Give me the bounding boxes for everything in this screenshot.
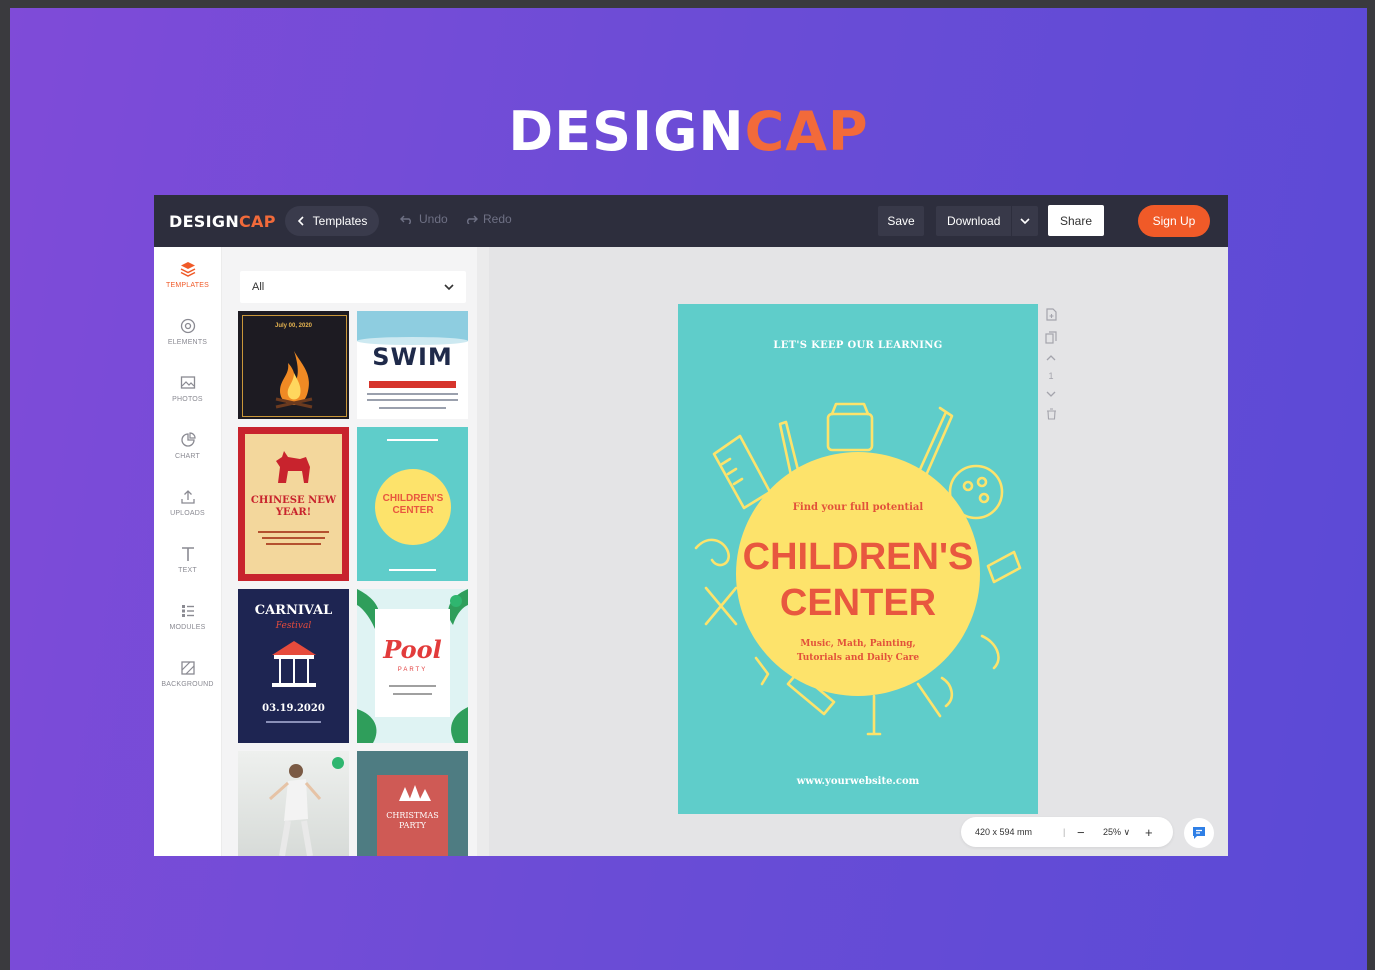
- add-page-icon[interactable]: [1045, 308, 1057, 321]
- duplicate-page-icon[interactable]: [1045, 331, 1057, 344]
- share-button[interactable]: Share: [1048, 205, 1104, 236]
- page-number: 1: [1048, 371, 1054, 381]
- template-thumb-chinese-new-year[interactable]: CHINESE NEW YEAR!: [238, 427, 349, 581]
- tool-sidebar: TEMPLATES ELEMENTS PHOTOS CHART UPLOADS …: [154, 247, 222, 856]
- chart-icon: [180, 432, 196, 447]
- delete-page-icon[interactable]: [1046, 408, 1057, 420]
- chevron-down-icon: [1020, 217, 1030, 224]
- design-canvas[interactable]: LET'S KEEP OUR LEARNING Find your full p…: [678, 304, 1038, 814]
- background-icon: [180, 661, 195, 675]
- upload-icon: [180, 490, 195, 504]
- page-tools: 1: [1043, 308, 1059, 420]
- redo-icon: [467, 215, 478, 224]
- template-thumb-pool-party[interactable]: Pool PARTY: [357, 589, 468, 743]
- app-window: DESIGNCAP Templates Undo Redo Save Downl…: [154, 195, 1228, 856]
- templates-panel: All July 00, 2020 SWIM CHINESE NEW YEAR!…: [222, 247, 488, 856]
- carousel-icon: [272, 641, 316, 687]
- chevron-down-icon[interactable]: [1046, 391, 1056, 398]
- zoom-level-select[interactable]: 25% ∨: [1103, 827, 1145, 838]
- redo-button[interactable]: Redo: [464, 212, 512, 226]
- page-background: DESIGNCAP DESIGNCAP Templates Undo Redo …: [10, 8, 1367, 970]
- zoom-bar: 420 x 594 mm | − 25% ∨ +: [961, 817, 1173, 847]
- chat-button[interactable]: [1184, 818, 1214, 848]
- dog-icon: [276, 451, 310, 483]
- canvas-tagline[interactable]: LET'S KEEP OUR LEARNING: [678, 340, 1038, 351]
- template-thumb-childrens-center[interactable]: CHILDREN'S CENTER: [357, 427, 468, 581]
- sidebar-item-chart[interactable]: CHART: [154, 418, 221, 474]
- panel-scrollbar[interactable]: [477, 247, 489, 856]
- selected-badge: [450, 595, 462, 607]
- sidebar-item-photos[interactable]: PHOTOS: [154, 361, 221, 417]
- sidebar-item-background[interactable]: BACKGROUND: [154, 646, 221, 702]
- sidebar-item-text[interactable]: TEXT: [154, 532, 221, 588]
- template-thumb-christmas-party[interactable]: CHRISTMAS PARTY: [357, 751, 468, 856]
- brand-logo: DESIGNCAP: [508, 100, 869, 163]
- download-options-toggle[interactable]: [1010, 206, 1038, 236]
- sign-up-button[interactable]: Sign Up: [1138, 205, 1210, 237]
- canvas-website[interactable]: www.yourwebsite.com: [678, 776, 1038, 787]
- canvas-dimensions: 420 x 594 mm: [975, 827, 1033, 837]
- zoom-out-button[interactable]: −: [1077, 825, 1103, 840]
- canvas-subtitle[interactable]: Music, Math, Painting, Tutorials and Dai…: [678, 637, 1038, 665]
- chevron-up-icon[interactable]: [1046, 354, 1056, 361]
- chat-icon: [1193, 827, 1205, 839]
- template-thumb-swim[interactable]: SWIM: [357, 311, 468, 419]
- template-thumb-carnival[interactable]: CARNIVAL Festival 03.19.2020: [238, 589, 349, 743]
- fire-icon: [275, 351, 313, 409]
- photos-icon: [180, 376, 195, 389]
- trees-icon: [399, 785, 431, 801]
- elements-icon: [180, 318, 195, 334]
- modules-icon: [181, 605, 194, 617]
- selected-badge: [332, 757, 344, 769]
- undo-icon: [400, 215, 411, 224]
- chevron-down-icon: [444, 283, 454, 290]
- back-to-templates-button[interactable]: Templates: [285, 206, 379, 236]
- sidebar-item-elements[interactable]: ELEMENTS: [154, 304, 221, 360]
- zoom-in-button[interactable]: +: [1145, 825, 1165, 840]
- template-filter-select[interactable]: All: [240, 271, 466, 303]
- sidebar-item-modules[interactable]: MODULES: [154, 589, 221, 645]
- save-button[interactable]: Save: [878, 206, 924, 236]
- text-icon: [181, 547, 194, 561]
- dancer-figure: [269, 764, 322, 856]
- template-thumb-bonfire[interactable]: July 00, 2020: [238, 311, 349, 419]
- app-logo[interactable]: DESIGNCAP: [169, 212, 276, 231]
- undo-button[interactable]: Undo: [400, 212, 448, 226]
- top-toolbar: DESIGNCAP Templates Undo Redo Save Downl…: [154, 195, 1228, 247]
- canvas-title[interactable]: CHILDREN'S CENTER: [678, 534, 1038, 626]
- chevron-left-icon: [297, 216, 304, 226]
- sidebar-item-templates[interactable]: TEMPLATES: [154, 247, 221, 303]
- download-button[interactable]: Download: [936, 206, 1038, 236]
- sidebar-item-uploads[interactable]: UPLOADS: [154, 475, 221, 531]
- templates-icon: [180, 262, 195, 277]
- canvas-find-text[interactable]: Find your full potential: [678, 502, 1038, 513]
